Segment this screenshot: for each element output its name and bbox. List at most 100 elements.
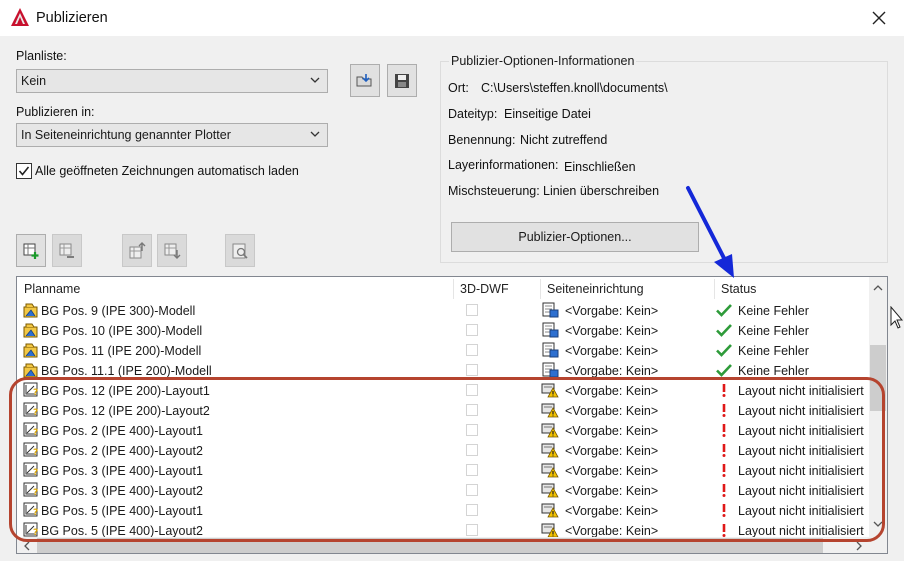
move-down-icon (164, 243, 181, 259)
3ddwf-checkbox[interactable] (466, 344, 478, 356)
page-setup-cell[interactable]: <Vorgabe: Kein> (541, 321, 711, 341)
model-sheet-icon (23, 303, 38, 318)
table-row[interactable]: BG Pos. 11 (IPE 200)-Modell <Vorgabe: Kei… (17, 341, 869, 361)
option-naming-label: Benennung: (448, 133, 516, 147)
sheet-name-cell: ? BG Pos. 12 (IPE 200)-Layout2 (23, 401, 459, 421)
status-cell: Keine Fehler (715, 361, 869, 381)
page-setup-cell[interactable]: <Vorgabe: Kein> (541, 381, 711, 401)
page-setup-cell[interactable]: <Vorgabe: Kein> (541, 501, 711, 521)
3ddwf-checkbox[interactable] (466, 524, 478, 536)
publish-options-button[interactable]: Publizier-Optionen... (451, 222, 699, 252)
3ddwf-cell (466, 441, 480, 461)
table-row[interactable]: BG Pos. 9 (IPE 300)-Modell <Vorgabe: Kein… (17, 301, 869, 321)
error-exclamation-icon (722, 504, 726, 517)
3ddwf-cell (466, 401, 480, 421)
page-setup-cell[interactable]: <Vorgabe: Kein> (541, 301, 711, 321)
3ddwf-checkbox[interactable] (466, 484, 478, 496)
scroll-down-button[interactable] (869, 515, 887, 533)
page-setup-icon (542, 362, 559, 378)
page-setup-cell[interactable]: <Vorgabe: Kein> (541, 521, 711, 537)
sheet-name-cell: ? BG Pos. 12 (IPE 200)-Layout1 (23, 381, 459, 401)
preview-button[interactable] (225, 234, 255, 267)
option-filetype-label: Dateityp: (448, 107, 498, 121)
page-setup-cell[interactable]: <Vorgabe: Kein> (541, 361, 711, 381)
option-filetype-value: Einseitige Datei (504, 107, 591, 121)
planliste-label: Planliste: (16, 49, 67, 63)
3ddwf-cell (466, 321, 480, 341)
page-setup-cell[interactable]: <Vorgabe: Kein> (541, 341, 711, 361)
status-text: Keine Fehler (738, 304, 809, 318)
table-row[interactable]: ? BG Pos. 12 (IPE 200)-Layout2 <Vorgabe: K… (17, 401, 869, 421)
status-cell: Keine Fehler (715, 341, 869, 361)
status-cell: Keine Fehler (715, 321, 869, 341)
close-button[interactable] (862, 4, 896, 32)
chevron-up-icon (873, 285, 883, 291)
sheet-list[interactable]: Planname 3D-DWF Seiteneinrichtung Status… (16, 276, 888, 554)
status-text: Layout nicht initialisiert (738, 524, 864, 537)
page-setup-cell[interactable]: <Vorgabe: Kein> (541, 401, 711, 421)
3ddwf-checkbox[interactable] (466, 464, 478, 476)
page-setup-cell[interactable]: <Vorgabe: Kein> (541, 481, 711, 501)
3ddwf-checkbox[interactable] (466, 424, 478, 436)
column-header-3ddwf[interactable]: 3D-DWF (453, 277, 540, 301)
table-row[interactable]: ? BG Pos. 2 (IPE 400)-Layout1 <Vorgabe: Ke… (17, 421, 869, 441)
option-layer-label: Layerinformationen: (448, 158, 559, 172)
column-header-status[interactable]: Status (714, 277, 869, 301)
save-sheet-list-button[interactable] (387, 64, 417, 97)
column-header-sheetname[interactable]: Planname (17, 277, 453, 301)
horizontal-scroll-thumb[interactable] (37, 538, 823, 553)
table-row[interactable]: ? BG Pos. 3 (IPE 400)-Layout2 <Vorgabe: Ke… (17, 481, 869, 501)
remove-sheets-button[interactable] (52, 234, 82, 267)
sheet-name-cell: BG Pos. 11.1 (IPE 200)-Modell (23, 361, 459, 381)
column-header-pagesetup[interactable]: Seiteneinrichtung (540, 277, 714, 301)
status-text: Keine Fehler (738, 324, 809, 338)
model-sheet-icon (23, 363, 38, 378)
scroll-left-button[interactable] (19, 537, 35, 553)
planliste-value: Kein (21, 74, 47, 88)
table-row[interactable]: ? BG Pos. 5 (IPE 400)-Layout2 <Vorgabe: Ke… (17, 521, 869, 537)
table-row[interactable]: ? BG Pos. 12 (IPE 200)-Layout1 <Vorgabe: K… (17, 381, 869, 401)
planliste-dropdown[interactable]: Kein (16, 69, 328, 93)
error-exclamation-icon (722, 464, 726, 477)
page-setup-cell[interactable]: <Vorgabe: Kein> (541, 421, 711, 441)
model-sheet-icon (23, 343, 38, 358)
page-setup-value: <Vorgabe: Kein> (565, 464, 659, 478)
table-row[interactable]: ? BG Pos. 5 (IPE 400)-Layout1 <Vorgabe: Ke… (17, 501, 869, 521)
error-exclamation-icon (722, 424, 726, 437)
3ddwf-checkbox[interactable] (466, 404, 478, 416)
sheet-name-cell: ? BG Pos. 5 (IPE 400)-Layout1 (23, 501, 459, 521)
3ddwf-checkbox[interactable] (466, 384, 478, 396)
move-sheet-up-button[interactable] (122, 234, 152, 267)
table-row[interactable]: BG Pos. 10 (IPE 300)-Modell <Vorgabe: Kei… (17, 321, 869, 341)
page-setup-cell[interactable]: <Vorgabe: Kein> (541, 461, 711, 481)
table-row[interactable]: BG Pos. 11.1 (IPE 200)-Modell <Vorgabe: K… (17, 361, 869, 381)
preview-icon (232, 243, 248, 259)
status-cell: Layout nicht initialisiert (715, 421, 869, 441)
option-layer-value: Einschließen (564, 160, 636, 174)
scroll-up-button[interactable] (869, 279, 887, 297)
horizontal-scrollbar[interactable] (17, 537, 869, 553)
load-sheet-list-button[interactable] (350, 64, 380, 97)
3ddwf-checkbox[interactable] (466, 324, 478, 336)
svg-text:?: ? (33, 468, 38, 478)
page-setup-cell[interactable]: <Vorgabe: Kein> (541, 441, 711, 461)
publish-in-dropdown[interactable]: In Seiteneinrichtung genannter Plotter (16, 123, 328, 147)
status-text: Layout nicht initialisiert (738, 484, 864, 498)
3ddwf-checkbox[interactable] (466, 364, 478, 376)
vertical-scroll-thumb[interactable] (870, 345, 886, 411)
table-row[interactable]: ? BG Pos. 3 (IPE 400)-Layout1 <Vorgabe: Ke… (17, 461, 869, 481)
table-row[interactable]: ? BG Pos. 2 (IPE 400)-Layout2 <Vorgabe: Ke… (17, 441, 869, 461)
sheet-name: BG Pos. 5 (IPE 400)-Layout2 (41, 524, 203, 537)
3ddwf-checkbox[interactable] (466, 504, 478, 516)
page-setup-value: <Vorgabe: Kein> (565, 504, 659, 518)
vertical-scrollbar[interactable] (869, 277, 887, 537)
chevron-down-icon (310, 77, 320, 83)
auto-load-checkbox[interactable] (16, 163, 32, 179)
move-sheet-down-button[interactable] (157, 234, 187, 267)
3ddwf-checkbox[interactable] (466, 444, 478, 456)
3ddwf-checkbox[interactable] (466, 304, 478, 316)
scroll-right-button[interactable] (851, 537, 867, 553)
page-setup-value: <Vorgabe: Kein> (565, 364, 659, 378)
page-setup-warning-icon (541, 423, 559, 438)
add-sheets-button[interactable] (16, 234, 46, 267)
